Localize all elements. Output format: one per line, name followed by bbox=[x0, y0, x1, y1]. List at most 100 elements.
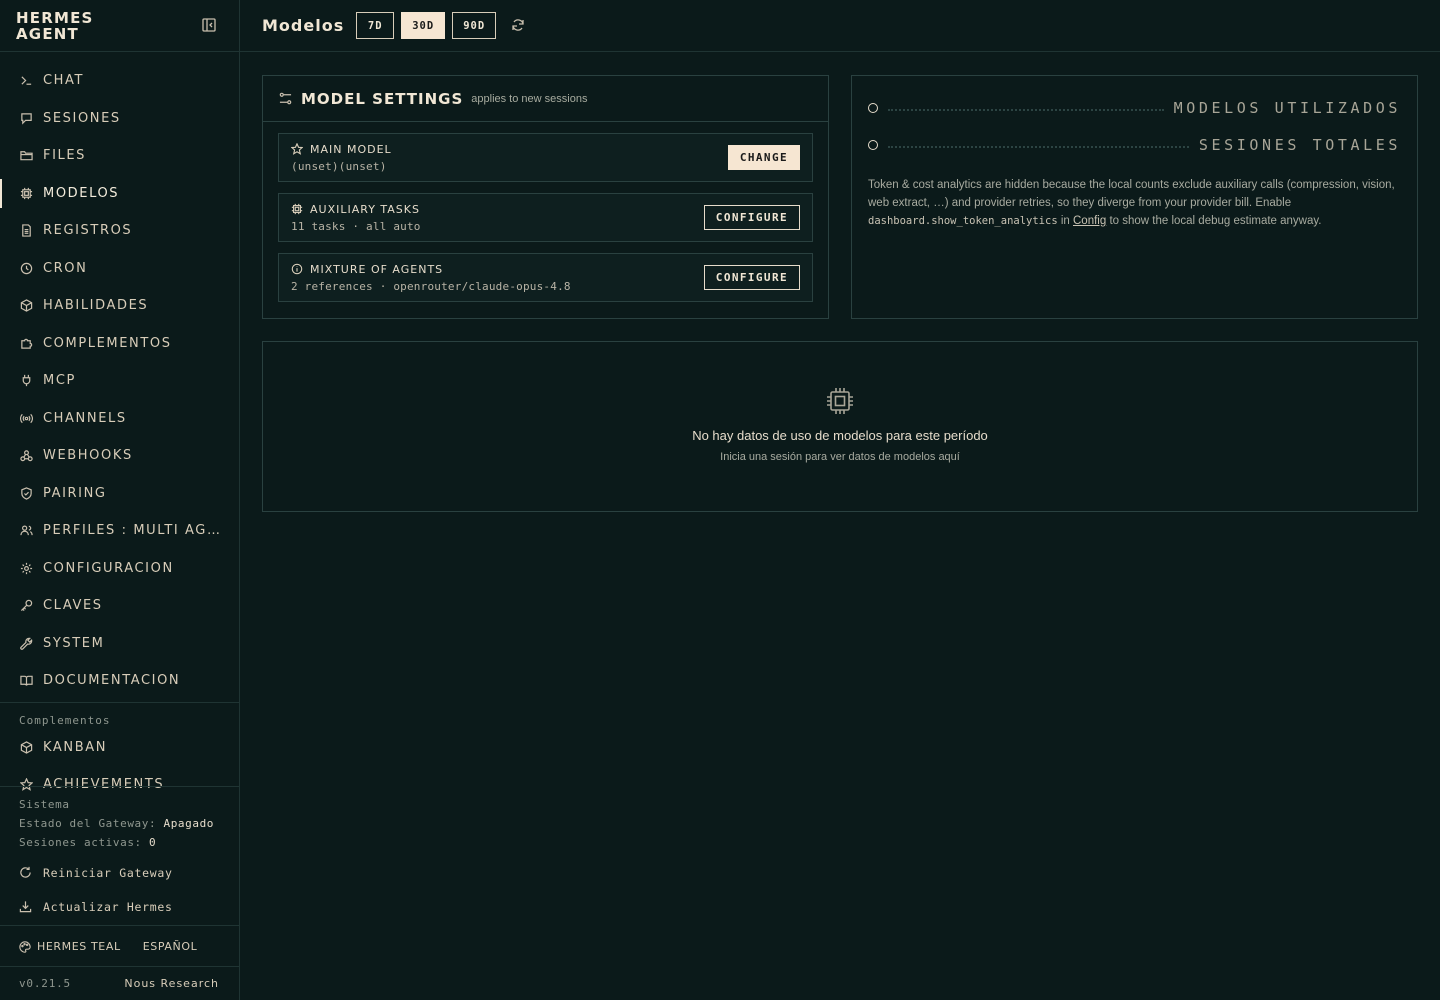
nav-item-claves[interactable]: CLAVES bbox=[0, 587, 239, 625]
main-model-value: (unset)(unset) bbox=[291, 159, 387, 173]
note-text: Token & cost analytics are hidden becaus… bbox=[868, 179, 1395, 209]
nav-item-sesiones[interactable]: SESIONES bbox=[0, 100, 239, 138]
nav-item-files[interactable]: FILES bbox=[0, 137, 239, 175]
auxiliary-tasks-label: AUXILIARY TASKS bbox=[310, 202, 420, 216]
users-icon bbox=[19, 524, 33, 538]
dotted-leader bbox=[888, 108, 1164, 111]
nav-item-label: MCP bbox=[43, 373, 76, 389]
wrench-icon bbox=[19, 636, 33, 650]
nav-item-label: PERFILES : MULTI AGENTS bbox=[43, 523, 221, 539]
nav-item-documentacion[interactable]: DOCUMENTACIÓN bbox=[0, 662, 239, 700]
stats-card: MODELOS UTILIZADOS SESIONES TOTALES Toke… bbox=[851, 75, 1418, 319]
nav-item-kanban[interactable]: KANBAN bbox=[0, 729, 239, 767]
note-text: in bbox=[1057, 215, 1073, 227]
nav-item-mcp[interactable]: MCP bbox=[0, 362, 239, 400]
nav-item-registros[interactable]: REGISTROS bbox=[0, 212, 239, 250]
theme-row: HERMES TEAL ESPAÑOL bbox=[0, 925, 239, 967]
nav-item-label: KANBAN bbox=[43, 739, 108, 755]
refresh-icon[interactable] bbox=[511, 18, 526, 33]
clock-icon bbox=[19, 261, 33, 275]
nav-item-complementos[interactable]: COMPLEMENTOS bbox=[0, 325, 239, 363]
nav-item-configuracion[interactable]: CONFIGURACIÓN bbox=[0, 550, 239, 588]
package-icon bbox=[19, 740, 33, 754]
collapse-sidebar-icon[interactable] bbox=[202, 18, 216, 32]
period-30d-button[interactable]: 30D bbox=[401, 12, 446, 39]
puzzle-icon bbox=[19, 336, 33, 350]
page-title: Modelos bbox=[262, 16, 345, 35]
mixture-of-agents-value: 2 references · openrouter/claude-opus-4.… bbox=[291, 279, 571, 293]
model-settings-subtitle: applies to new sessions bbox=[471, 92, 588, 105]
note-text: to show the local debug estimate anyway. bbox=[1106, 215, 1322, 227]
version-label: v0.21.5 bbox=[19, 977, 71, 990]
nav-item-pairing[interactable]: PAIRING bbox=[0, 475, 239, 513]
main-model-label: MAIN MODEL bbox=[310, 142, 392, 156]
nav-item-label: PAIRING bbox=[43, 485, 107, 501]
nav-item-system[interactable]: SYSTEM bbox=[0, 625, 239, 663]
plugins-section-label: Complementos bbox=[19, 713, 111, 727]
mixture-of-agents-row: MIXTURE OF AGENTS 2 references · openrou… bbox=[278, 253, 813, 302]
dotted-leader bbox=[888, 145, 1189, 148]
nav-item-label: CLAVES bbox=[43, 598, 103, 614]
chat-icon bbox=[19, 111, 33, 125]
total-sessions-stat: SESIONES TOTALES bbox=[868, 126, 1401, 163]
top-bar: Modelos 7D 30D 90D bbox=[240, 0, 1440, 52]
terminal-icon bbox=[19, 74, 33, 88]
nav-item-webhooks[interactable]: WEBHOOKS bbox=[0, 437, 239, 475]
empty-state-card: No hay datos de uso de modelos para este… bbox=[262, 341, 1418, 512]
key-icon bbox=[19, 599, 33, 613]
auxiliary-tasks-row: AUXILIARY TASKS 11 tasks · all auto CONF… bbox=[278, 193, 813, 242]
system-panel: Sistema Estado del Gateway: Apagado Sesi… bbox=[0, 786, 239, 924]
nav-item-label: DOCUMENTACIÓN bbox=[43, 673, 181, 689]
model-settings-header: MODEL SETTINGS applies to new sessions bbox=[263, 76, 828, 122]
nav-item-label: FILES bbox=[43, 148, 87, 164]
nav-item-label: CONFIGURACIÓN bbox=[43, 560, 174, 576]
nav-item-label: MODELOS bbox=[43, 185, 120, 201]
shield-check-icon bbox=[19, 486, 33, 500]
cpu-icon bbox=[19, 186, 33, 200]
package-icon bbox=[19, 299, 33, 313]
palette-icon bbox=[19, 940, 31, 953]
star-icon bbox=[291, 143, 303, 155]
period-7d-button[interactable]: 7D bbox=[356, 12, 395, 39]
webhook-icon bbox=[19, 449, 33, 463]
brand: HERMES AGENT bbox=[0, 0, 239, 52]
theme-selector[interactable]: HERMES TEAL bbox=[19, 940, 121, 953]
nav-item-cron[interactable]: CRON bbox=[0, 250, 239, 288]
nav-item-perfiles[interactable]: PERFILES : MULTI AGENTS bbox=[0, 512, 239, 550]
auxiliary-tasks-value: 11 tasks · all auto bbox=[291, 219, 421, 233]
gateway-status-value: Apagado bbox=[163, 817, 215, 830]
nav-item-label: CHAT bbox=[43, 73, 85, 89]
update-hermes-button[interactable]: Actualizar Hermes bbox=[19, 890, 220, 924]
model-settings-card: MODEL SETTINGS applies to new sessions M… bbox=[262, 75, 829, 319]
nav-item-label: REGISTROS bbox=[43, 223, 133, 239]
change-model-button[interactable]: CHANGE bbox=[727, 145, 800, 170]
org-link[interactable]: Nous Research bbox=[124, 977, 219, 990]
nav-item-label: SESIONES bbox=[43, 110, 121, 126]
radio-icon bbox=[19, 411, 33, 425]
language-selector[interactable]: ESPAÑOL bbox=[143, 940, 198, 953]
empty-state-title: No hay datos de uso de modelos para este… bbox=[692, 428, 988, 443]
info-icon bbox=[291, 263, 303, 275]
nav-item-modelos[interactable]: MODELOS bbox=[0, 175, 239, 213]
plug-icon bbox=[19, 374, 33, 388]
main-nav: CHAT SESIONES FILES MODELOS REGISTROS CR… bbox=[0, 52, 239, 700]
cpu-icon bbox=[291, 203, 303, 215]
brand-title: HERMES AGENT bbox=[16, 9, 94, 43]
config-link[interactable]: Config bbox=[1073, 215, 1106, 227]
restart-gateway-label: Reiniciar Gateway bbox=[43, 866, 173, 880]
nav-item-label: CHANNELS bbox=[43, 410, 127, 426]
nav-item-channels[interactable]: CHANNELS bbox=[0, 400, 239, 438]
configure-auxiliary-button[interactable]: CONFIGURE bbox=[703, 205, 800, 230]
refresh-icon bbox=[19, 866, 33, 880]
period-90d-button[interactable]: 90D bbox=[452, 12, 497, 39]
restart-gateway-button[interactable]: Reiniciar Gateway bbox=[19, 856, 220, 890]
system-label: Sistema bbox=[19, 798, 70, 811]
nav-item-habilidades[interactable]: HABILIDADES bbox=[0, 287, 239, 325]
models-used-stat: MODELOS UTILIZADOS bbox=[868, 89, 1401, 126]
active-sessions: Sesiones activas: 0 bbox=[19, 833, 220, 852]
update-hermes-label: Actualizar Hermes bbox=[43, 900, 173, 914]
models-used-label: MODELOS UTILIZADOS bbox=[1173, 98, 1401, 117]
nav-item-chat[interactable]: CHAT bbox=[0, 62, 239, 100]
configure-moa-button[interactable]: CONFIGURE bbox=[703, 265, 800, 290]
download-icon bbox=[19, 900, 33, 914]
